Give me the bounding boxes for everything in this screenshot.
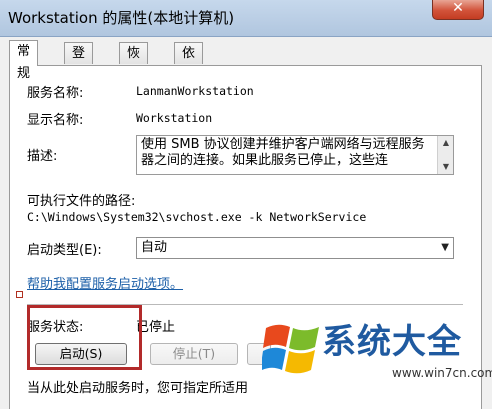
watermark-text: 系统大全 bbox=[322, 322, 462, 362]
footer-text: 当从此处启动服务时，您可指定所适用 bbox=[27, 381, 249, 396]
display-name-label: 显示名称: bbox=[27, 113, 84, 128]
scroll-up-icon[interactable]: ▲ bbox=[438, 137, 453, 149]
startup-type-label: 启动类型(E): bbox=[27, 243, 102, 258]
tab-dependencies[interactable]: 依存关系 bbox=[174, 42, 204, 127]
display-name-value: Workstation bbox=[136, 111, 213, 125]
focus-marker bbox=[16, 291, 23, 298]
stop-button[interactable]: 停止(T) bbox=[150, 343, 238, 365]
tab-logon[interactable]: 登录 bbox=[64, 42, 94, 83]
description-box[interactable]: 使用 SMB 协议创建并维护客户端网络与远程服务器之间的连接。如果此服务已停止，… bbox=[136, 135, 454, 175]
description-scrollbar[interactable]: ▲ ▼ bbox=[437, 136, 453, 174]
scroll-down-icon[interactable]: ▼ bbox=[438, 161, 453, 173]
highlight-box bbox=[27, 305, 142, 370]
windows-logo-icon bbox=[262, 324, 319, 374]
window-title: Workstation 的属性(本地计算机) bbox=[8, 9, 235, 27]
dropdown-arrow-icon: ▼ bbox=[441, 242, 449, 253]
title-bar[interactable]: Workstation 的属性(本地计算机) ✕ bbox=[0, 0, 492, 37]
startup-type-select[interactable]: 自动 ▼ bbox=[136, 237, 454, 259]
help-link[interactable]: 帮助我配置服务启动选项。 bbox=[27, 273, 183, 292]
close-button[interactable]: ✕ bbox=[432, 0, 484, 20]
close-icon: ✕ bbox=[452, 0, 464, 16]
service-name-label: 服务名称: bbox=[27, 86, 84, 101]
description-text: 使用 SMB 协议创建并维护客户端网络与远程服务器之间的连接。如果此服务已停止，… bbox=[141, 137, 425, 168]
tab-general[interactable]: 常规 bbox=[9, 40, 39, 81]
service-name-value: LanmanWorkstation bbox=[136, 84, 254, 98]
exe-path-value: C:\Windows\System32\svchost.exe -k Netwo… bbox=[27, 210, 367, 224]
startup-type-value: 自动 bbox=[141, 240, 168, 255]
watermark-url: www.win7cn.com bbox=[392, 366, 492, 380]
description-label: 描述: bbox=[27, 149, 58, 164]
tab-recovery[interactable]: 恢复 bbox=[119, 42, 149, 83]
exe-path-label: 可执行文件的路径: bbox=[27, 194, 136, 209]
